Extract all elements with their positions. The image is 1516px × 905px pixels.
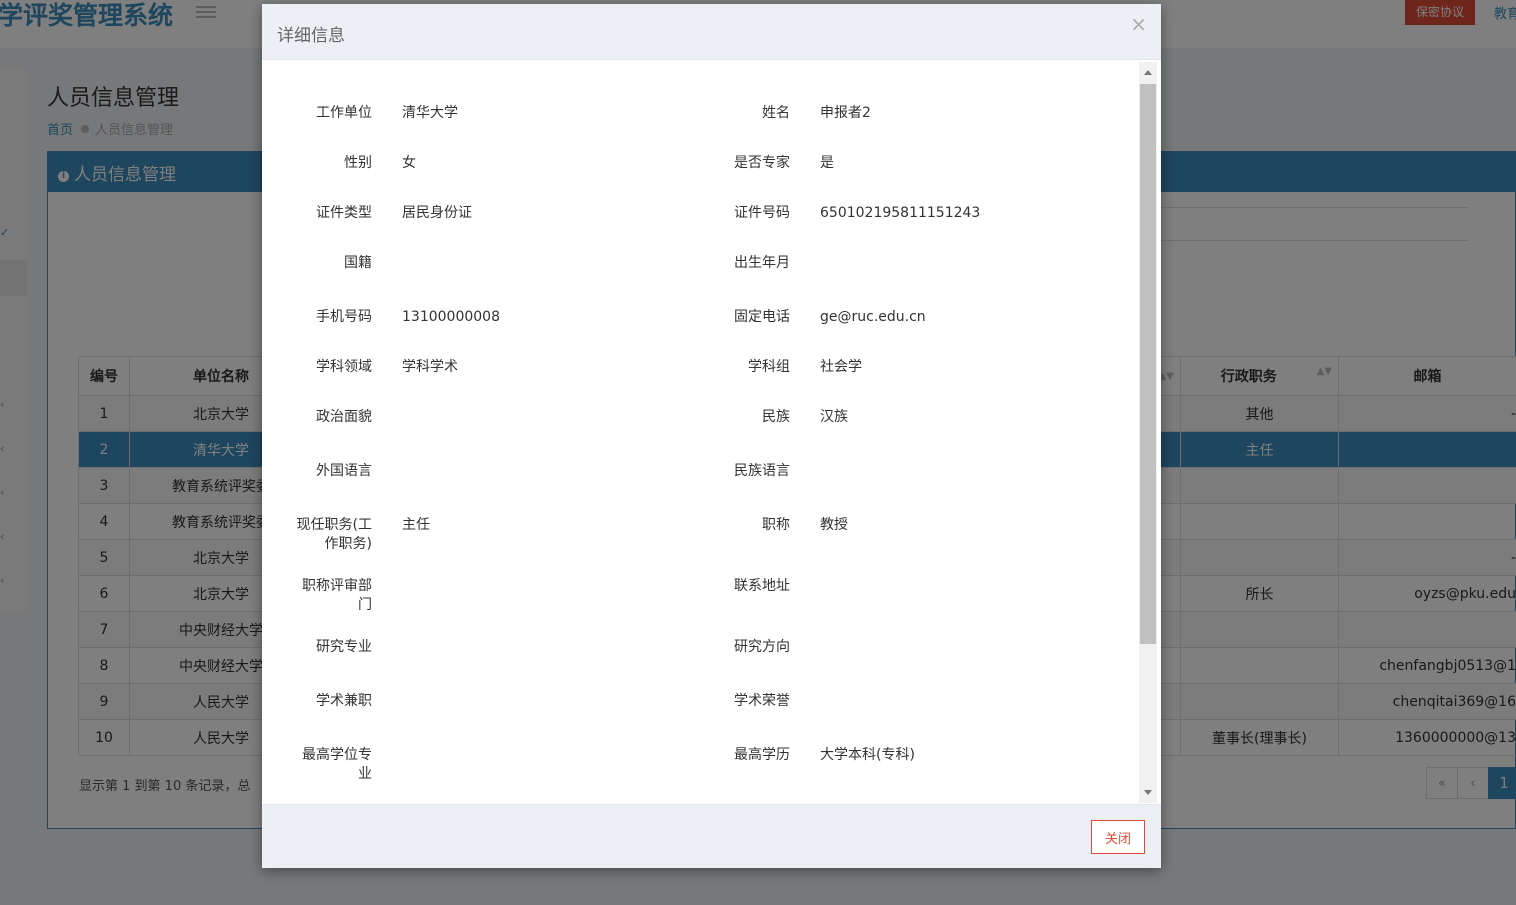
detail-label: 职称	[762, 517, 790, 533]
detail-value: 学科学术	[402, 359, 458, 375]
close-icon[interactable]: ×	[1130, 12, 1147, 36]
scrollbar-thumb[interactable]	[1140, 84, 1156, 644]
detail-value: 教授	[820, 517, 848, 533]
detail-label: 出生年月	[734, 255, 790, 271]
modal-title: 详细信息	[277, 26, 345, 46]
detail-value: 大学本科(专科)	[820, 747, 915, 763]
detail-value: 清华大学	[402, 105, 458, 121]
scroll-up-icon[interactable]	[1144, 70, 1152, 75]
detail-label: 外国语言	[316, 463, 372, 479]
detail-label: 民族语言	[734, 463, 790, 479]
detail-label: 学科领域	[316, 359, 372, 375]
detail-value: 社会学	[820, 359, 862, 375]
detail-label: 现任职务(工作职务)	[296, 517, 372, 552]
detail-label: 研究方向	[734, 639, 790, 655]
detail-value: 13100000008	[402, 309, 500, 325]
detail-value: 汉族	[820, 409, 848, 425]
detail-value: 是	[820, 155, 834, 171]
detail-label: 最高学历	[734, 747, 790, 763]
detail-value: ge@ruc.edu.cn	[820, 309, 926, 325]
detail-label: 学术荣誉	[734, 693, 790, 709]
detail-label: 研究专业	[316, 639, 372, 655]
detail-label: 职称评审部门	[302, 578, 372, 613]
detail-label: 最高学位专业	[302, 747, 372, 782]
detail-label: 证件类型	[316, 205, 372, 221]
detail-label: 学科组	[748, 359, 790, 375]
detail-label: 固定电话	[734, 309, 790, 325]
detail-modal: 详细信息 × 工作单位 清华大学 姓名 申报者2 性别 女 是否专家 是证件类型 居民身份证 证件…	[262, 4, 1161, 868]
detail-label: 证件号码	[734, 205, 790, 221]
modal-header: 详细信息 ×	[262, 4, 1161, 60]
detail-value: 650102195811151243	[820, 205, 981, 221]
detail-value: 居民身份证	[402, 205, 472, 221]
detail-label: 联系地址	[734, 578, 790, 594]
detail-label: 姓名	[762, 105, 790, 121]
modal-scrollbar[interactable]	[1139, 62, 1157, 803]
detail-label: 学术兼职	[316, 693, 372, 709]
modal-footer: 关闭	[262, 804, 1161, 868]
detail-label: 民族	[762, 409, 790, 425]
detail-label: 是否专家	[734, 155, 790, 171]
detail-value: 主任	[402, 517, 430, 533]
detail-label: 手机号码	[316, 309, 372, 325]
detail-value: 女	[402, 155, 416, 171]
scroll-down-icon[interactable]	[1144, 790, 1152, 795]
detail-label: 国籍	[344, 255, 372, 271]
detail-label: 性别	[344, 155, 372, 171]
detail-value: 申报者2	[820, 105, 871, 121]
modal-body: 工作单位 清华大学 姓名 申报者2 性别 女 是否专家 是证件类型 居民身份证 证件号码 65010…	[262, 60, 1161, 804]
detail-label: 政治面貌	[316, 409, 372, 425]
detail-label: 工作单位	[316, 105, 372, 121]
close-button[interactable]: 关闭	[1091, 820, 1145, 854]
